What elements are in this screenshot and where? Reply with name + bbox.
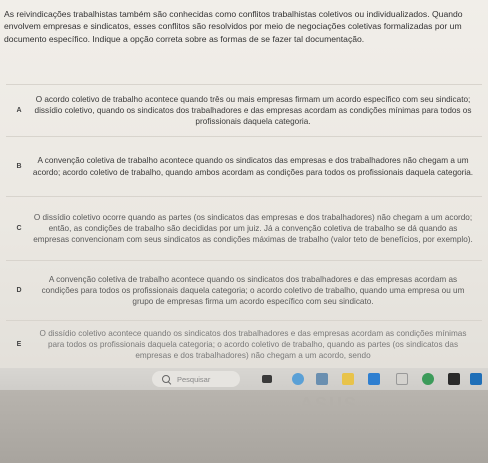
option-letter: C [16,225,22,232]
option-text: O dissídio coletivo acontece quando os s… [39,328,467,361]
option-text: O dissídio coletivo ocorre quando as par… [33,212,473,245]
mail-icon[interactable] [368,373,380,385]
option-a[interactable]: A O acordo coletivo de trabalho acontece… [6,84,482,136]
option-d[interactable]: D A convenção coletiva de trabalho acont… [6,260,482,320]
taskbar: Pesquisar [0,368,488,390]
option-letter: A [16,107,22,114]
option-text: A convenção coletiva de trabalho acontec… [41,274,465,307]
app-icon[interactable] [396,373,408,385]
app-icon[interactable] [448,373,460,385]
monitor-bezel: ASUS [0,390,488,463]
task-view-icon[interactable] [262,375,272,383]
explorer-icon[interactable] [342,373,354,385]
option-letter: D [16,287,22,294]
option-text: A convenção coletiva de trabalho acontec… [32,156,474,177]
search-placeholder: Pesquisar [177,374,211,384]
brand-logo: ASUS [300,394,359,414]
option-c[interactable]: C O dissídio coletivo ocorre quando as p… [6,196,482,260]
taskbar-search[interactable]: Pesquisar [152,371,240,387]
option-b[interactable]: B A convenção coletiva de trabalho acont… [6,136,482,196]
option-letter: B [16,163,22,170]
chrome-icon[interactable] [422,373,434,385]
question-text: As reivindicações trabalhistas também sã… [4,9,463,44]
option-text: O acordo coletivo de trabalho acontece q… [34,94,472,127]
search-icon [162,374,171,384]
option-letter: E [16,341,22,348]
option-e[interactable]: E O dissídio coletivo acontece quando os… [6,320,482,368]
store-icon[interactable] [316,373,328,385]
widget-icon[interactable] [292,373,304,385]
exam-page: As reivindicações trabalhistas também sã… [0,0,488,368]
app-icon[interactable] [470,373,482,385]
